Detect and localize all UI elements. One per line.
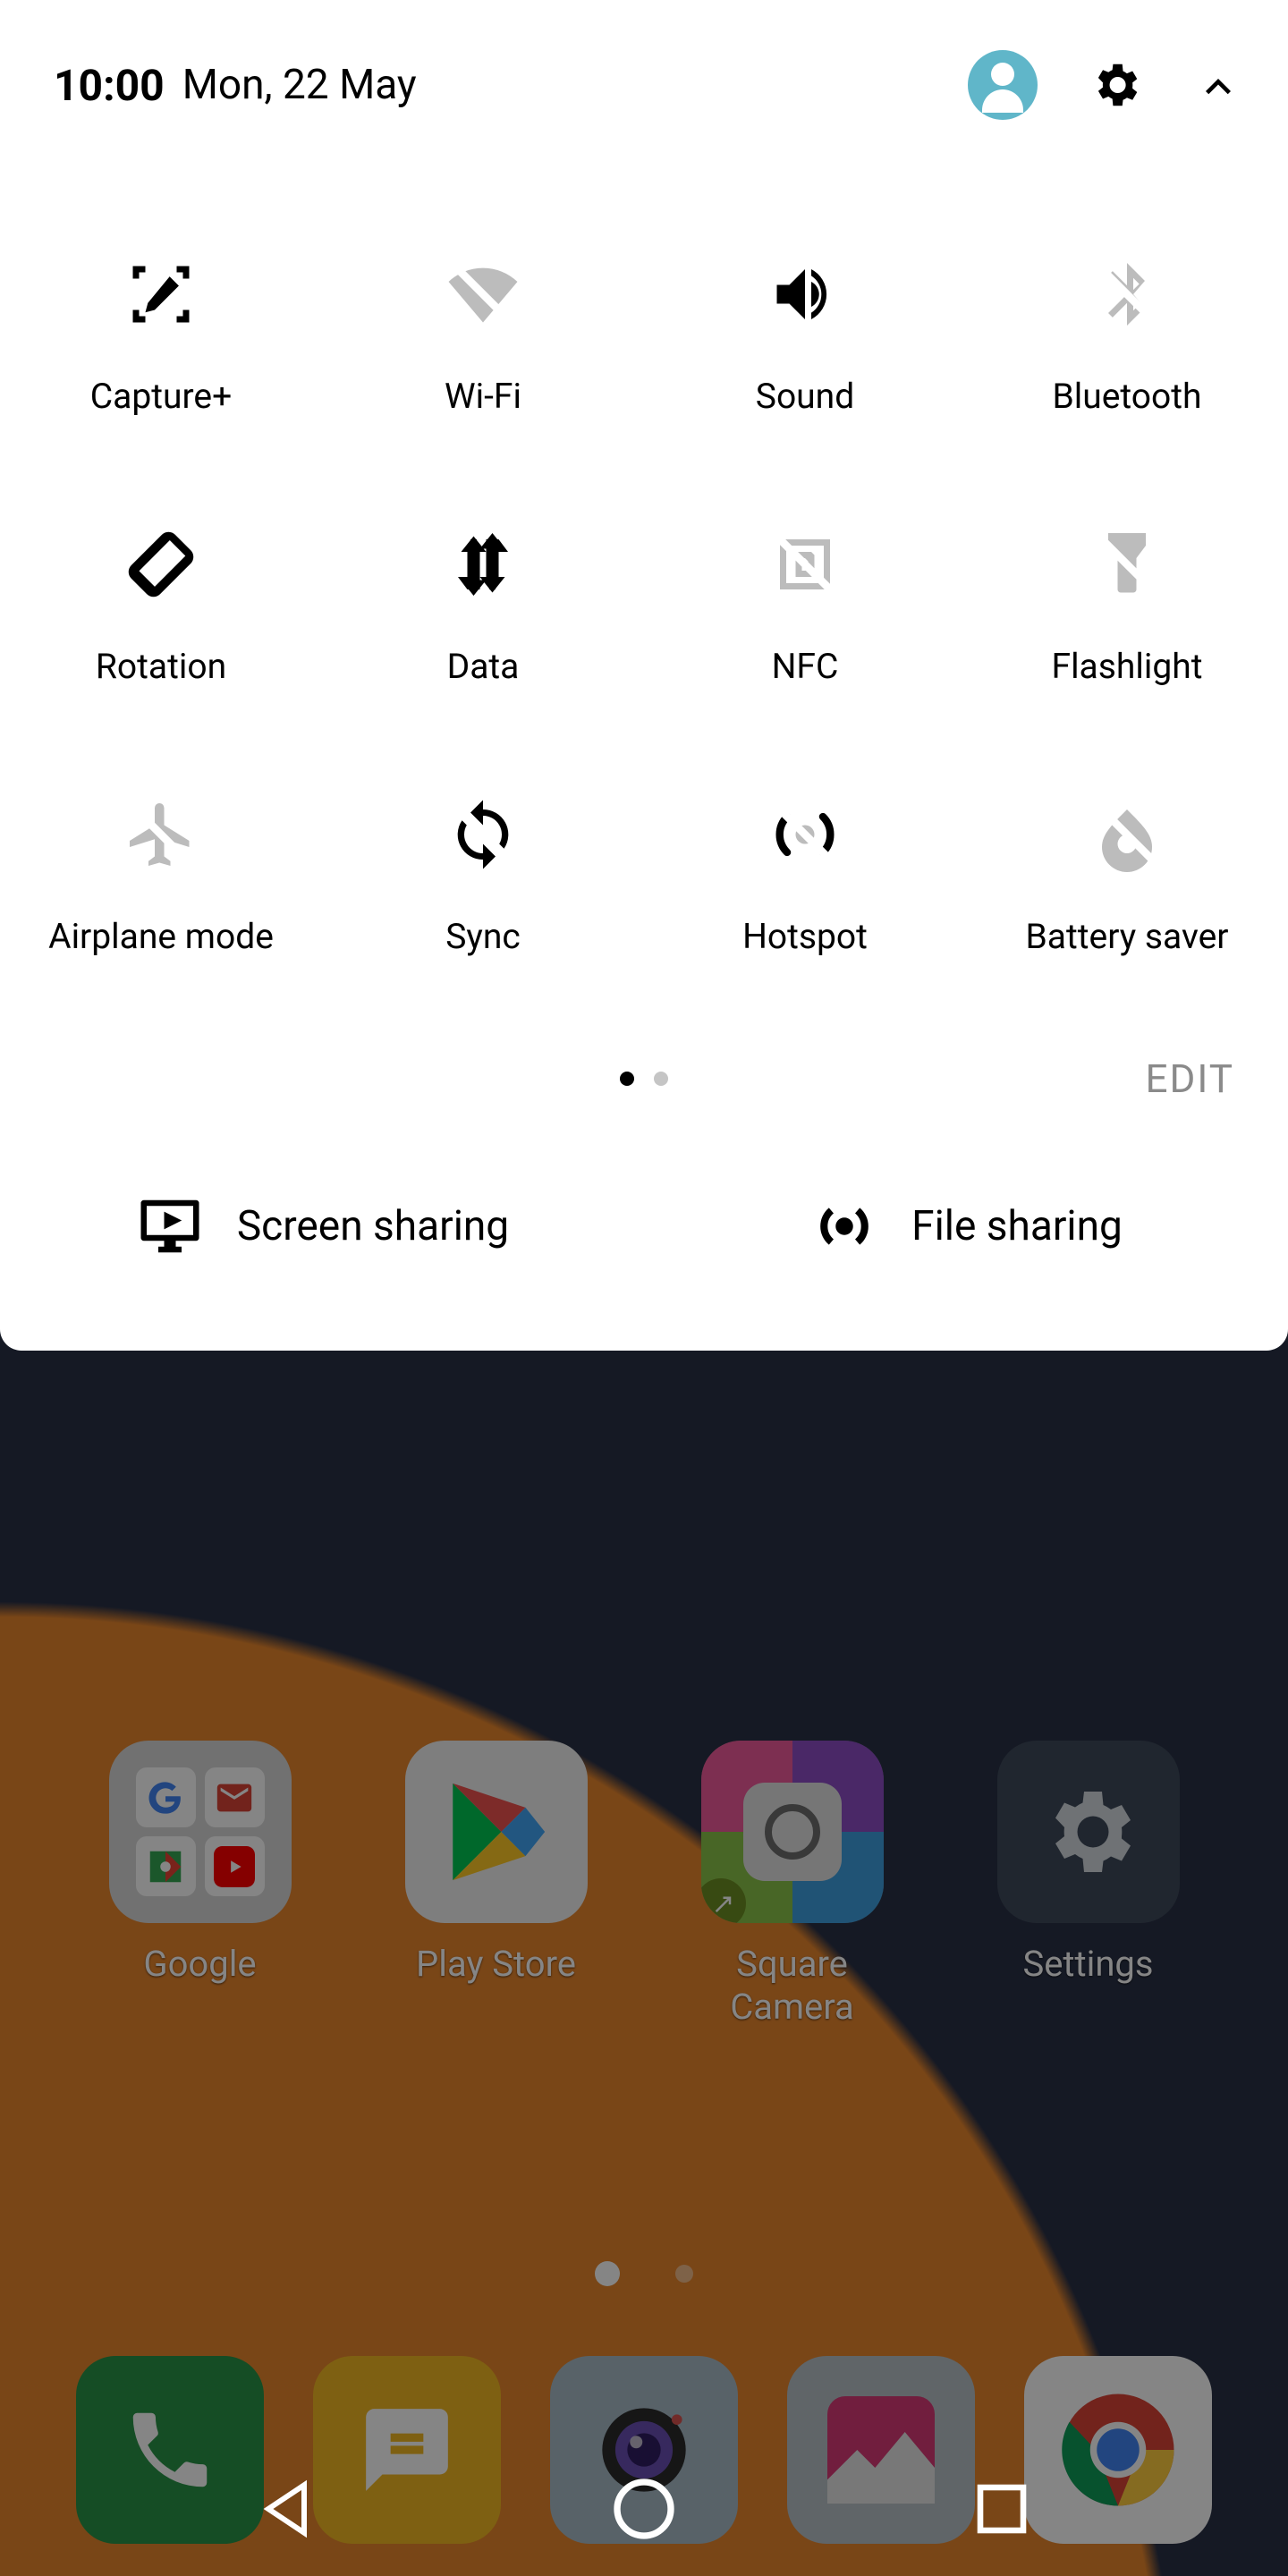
recent-icon	[970, 2477, 1034, 2541]
rotation-icon	[123, 527, 199, 602]
qs-label: Battery saver	[1026, 916, 1229, 957]
quick-settings-panel: 10:00 Mon, 22 May Capture+ Wi-Fi Sound Blue…	[0, 0, 1288, 1351]
qs-toggle-sound[interactable]: Sound	[644, 209, 966, 479]
file-sharing-label: File sharing	[911, 1202, 1123, 1250]
nav-back-button[interactable]	[246, 2469, 326, 2549]
wifi-off-icon	[445, 257, 521, 332]
qs-toggle-battery-saver[interactable]: Battery saver	[966, 750, 1288, 1020]
qs-toggle-flashlight[interactable]: Flashlight	[966, 479, 1288, 750]
flashlight-off-icon	[1089, 527, 1165, 602]
status-time: 10:00	[54, 60, 165, 111]
nfc-off-icon	[767, 527, 843, 602]
qs-page-indicator	[620, 1072, 668, 1086]
page-dot	[654, 1072, 668, 1086]
qs-toggle-capture-[interactable]: Capture+	[0, 209, 322, 479]
data-icon	[445, 527, 521, 602]
qs-label: Hotspot	[742, 916, 868, 957]
qs-label: Sound	[756, 376, 854, 417]
qs-toggle-hotspot[interactable]: Hotspot	[644, 750, 966, 1020]
screen-sharing-button[interactable]: Screen sharing	[0, 1191, 644, 1261]
edit-button[interactable]: EDIT	[1146, 1055, 1234, 1102]
qs-toggle-bluetooth[interactable]: Bluetooth	[966, 209, 1288, 479]
screen-share-icon	[135, 1191, 205, 1261]
chevron-up-icon	[1193, 60, 1243, 110]
bluetooth-off-icon	[1089, 257, 1165, 332]
qs-label: Capture+	[90, 376, 232, 417]
qs-label: Rotation	[96, 646, 226, 687]
qs-toggle-data[interactable]: Data	[322, 479, 644, 750]
settings-gear-button[interactable]	[1088, 57, 1143, 113]
collapse-button[interactable]	[1193, 60, 1243, 110]
qs-toggle-nfc[interactable]: NFC	[644, 479, 966, 750]
qs-label: Data	[447, 646, 520, 687]
qs-label: NFC	[772, 646, 839, 687]
page-dot-active	[620, 1072, 634, 1086]
avatar-icon	[968, 50, 1038, 120]
back-icon	[250, 2473, 322, 2545]
sound-icon	[767, 257, 843, 332]
qs-label: Sync	[445, 916, 521, 957]
status-date: Mon, 22 May	[182, 61, 417, 109]
nav-home-button[interactable]	[604, 2469, 684, 2549]
home-circle-icon	[608, 2473, 680, 2545]
battery-saver-off-icon	[1089, 797, 1165, 872]
file-sharing-button[interactable]: File sharing	[644, 1191, 1288, 1261]
qs-toggle-rotation[interactable]: Rotation	[0, 479, 322, 750]
sync-icon	[445, 797, 521, 872]
qs-label: Wi-Fi	[445, 376, 521, 417]
airplane-off-icon	[123, 797, 199, 872]
screen-sharing-label: Screen sharing	[237, 1202, 509, 1250]
navigation-bar	[0, 2442, 1288, 2576]
hotspot-off-icon	[767, 797, 843, 872]
nav-recent-button[interactable]	[962, 2469, 1042, 2549]
qs-toggle-airplane-mode[interactable]: Airplane mode	[0, 750, 322, 1020]
gear-icon	[1088, 57, 1143, 113]
qs-label: Flashlight	[1052, 646, 1203, 687]
qs-label: Bluetooth	[1052, 376, 1201, 417]
file-share-icon	[809, 1191, 879, 1261]
qs-toggle-sync[interactable]: Sync	[322, 750, 644, 1020]
qs-label: Airplane mode	[48, 916, 274, 957]
qs-toggle-wi-fi[interactable]: Wi-Fi	[322, 209, 644, 479]
profile-button[interactable]	[968, 50, 1038, 120]
capture-plus-icon	[123, 257, 199, 332]
